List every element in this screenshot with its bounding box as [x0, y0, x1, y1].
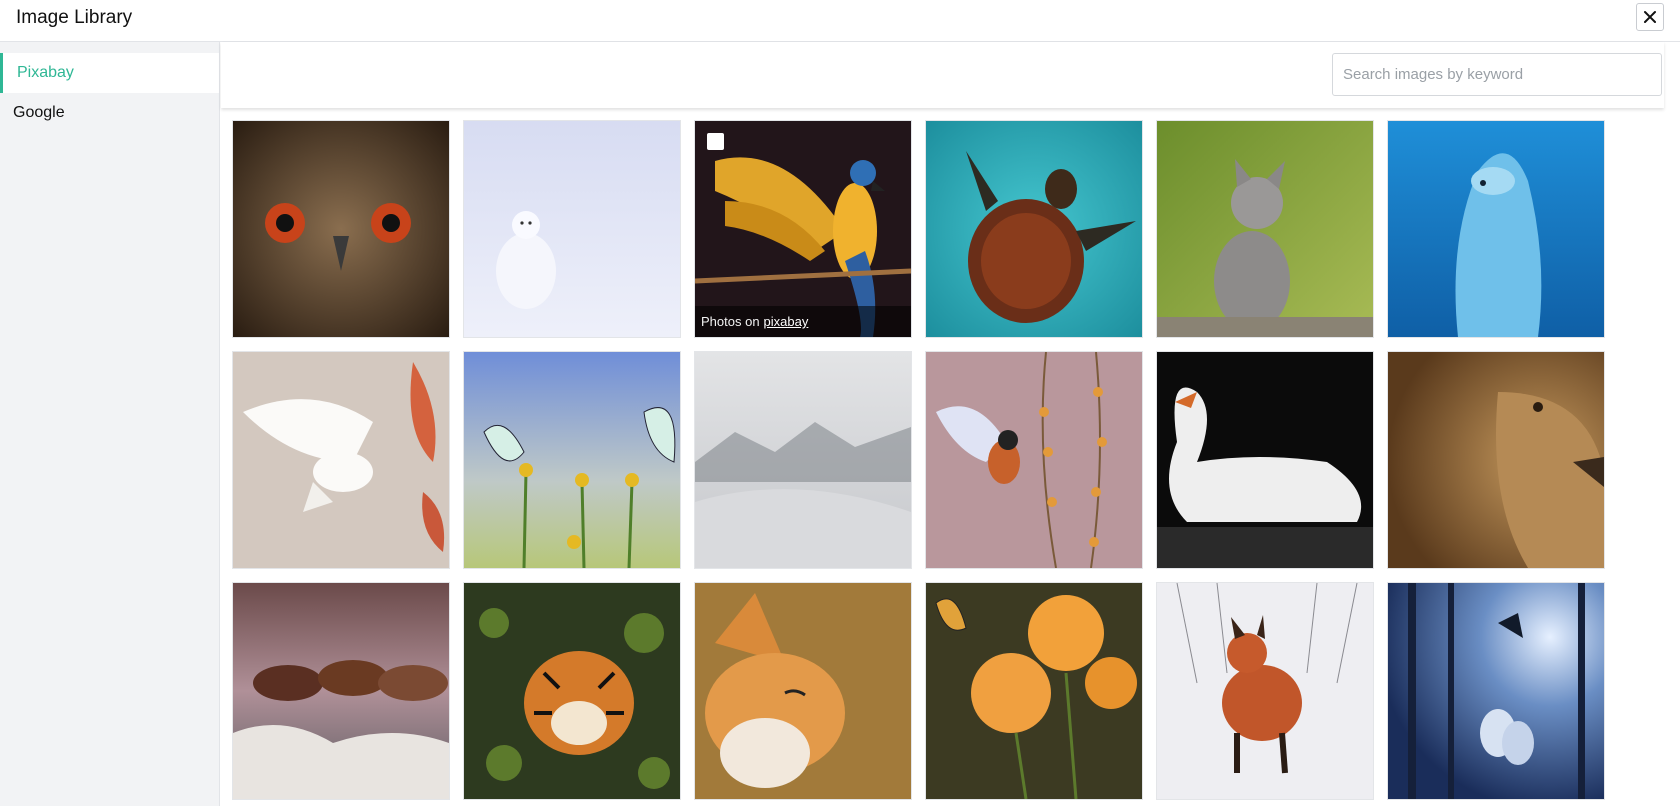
image-tile[interactable] [463, 120, 681, 338]
horses-image [233, 583, 449, 799]
sidebar-item-google[interactable]: Google [0, 93, 219, 133]
owl-image [233, 121, 449, 337]
search-input[interactable] [1332, 53, 1662, 96]
bird-berries-image [926, 352, 1142, 568]
image-tile[interactable] [925, 120, 1143, 338]
image-tile[interactable] [1156, 351, 1374, 569]
macaw-parrot-image [695, 121, 911, 337]
image-tile[interactable] [232, 582, 450, 800]
misty-mountains-image [695, 352, 911, 568]
butterflies-flowers-image [464, 352, 680, 568]
lion-image [1388, 352, 1604, 568]
arctic-fox-image [464, 121, 680, 337]
red-fox-snow-image [1157, 583, 1373, 799]
image-tile[interactable] [694, 351, 912, 569]
wolves-forest-image [1388, 583, 1604, 799]
fox-closeup-image [695, 583, 911, 799]
kitten-image [1157, 121, 1373, 337]
image-tile[interactable] [1156, 120, 1374, 338]
select-checkbox[interactable] [707, 133, 724, 150]
image-grid: Photos on pixabay [232, 120, 1612, 800]
swan-image [1157, 352, 1373, 568]
dialog-header: Image Library [0, 0, 1680, 42]
sea-turtle-image [926, 121, 1142, 337]
image-tile[interactable] [1387, 351, 1605, 569]
image-tile[interactable] [694, 582, 912, 800]
close-button[interactable] [1636, 3, 1664, 31]
image-tile[interactable] [232, 120, 450, 338]
image-tile[interactable] [925, 351, 1143, 569]
image-tile[interactable] [463, 582, 681, 800]
image-tile[interactable] [232, 351, 450, 569]
credit-prefix: Photos on [701, 314, 760, 329]
image-tile[interactable] [925, 582, 1143, 800]
image-tile-hovered[interactable]: Photos on pixabay [694, 120, 912, 338]
image-tile[interactable] [1387, 120, 1605, 338]
orange-flowers-butterfly-image [926, 583, 1142, 799]
image-tile[interactable] [1156, 582, 1374, 800]
white-dove-image [233, 352, 449, 568]
image-tile[interactable] [463, 351, 681, 569]
dialog-title: Image Library [16, 7, 133, 28]
close-icon [1644, 11, 1656, 23]
source-sidebar: Pixabay Google [0, 42, 220, 806]
sidebar-item-pixabay[interactable]: Pixabay [0, 53, 219, 93]
photo-credit-overlay: Photos on pixabay [695, 306, 911, 337]
pixabay-link[interactable]: pixabay [764, 314, 809, 329]
image-tile[interactable] [1387, 582, 1605, 800]
dolphin-image [1388, 121, 1604, 337]
tiger-image [464, 583, 680, 799]
search-bar [221, 42, 1664, 108]
